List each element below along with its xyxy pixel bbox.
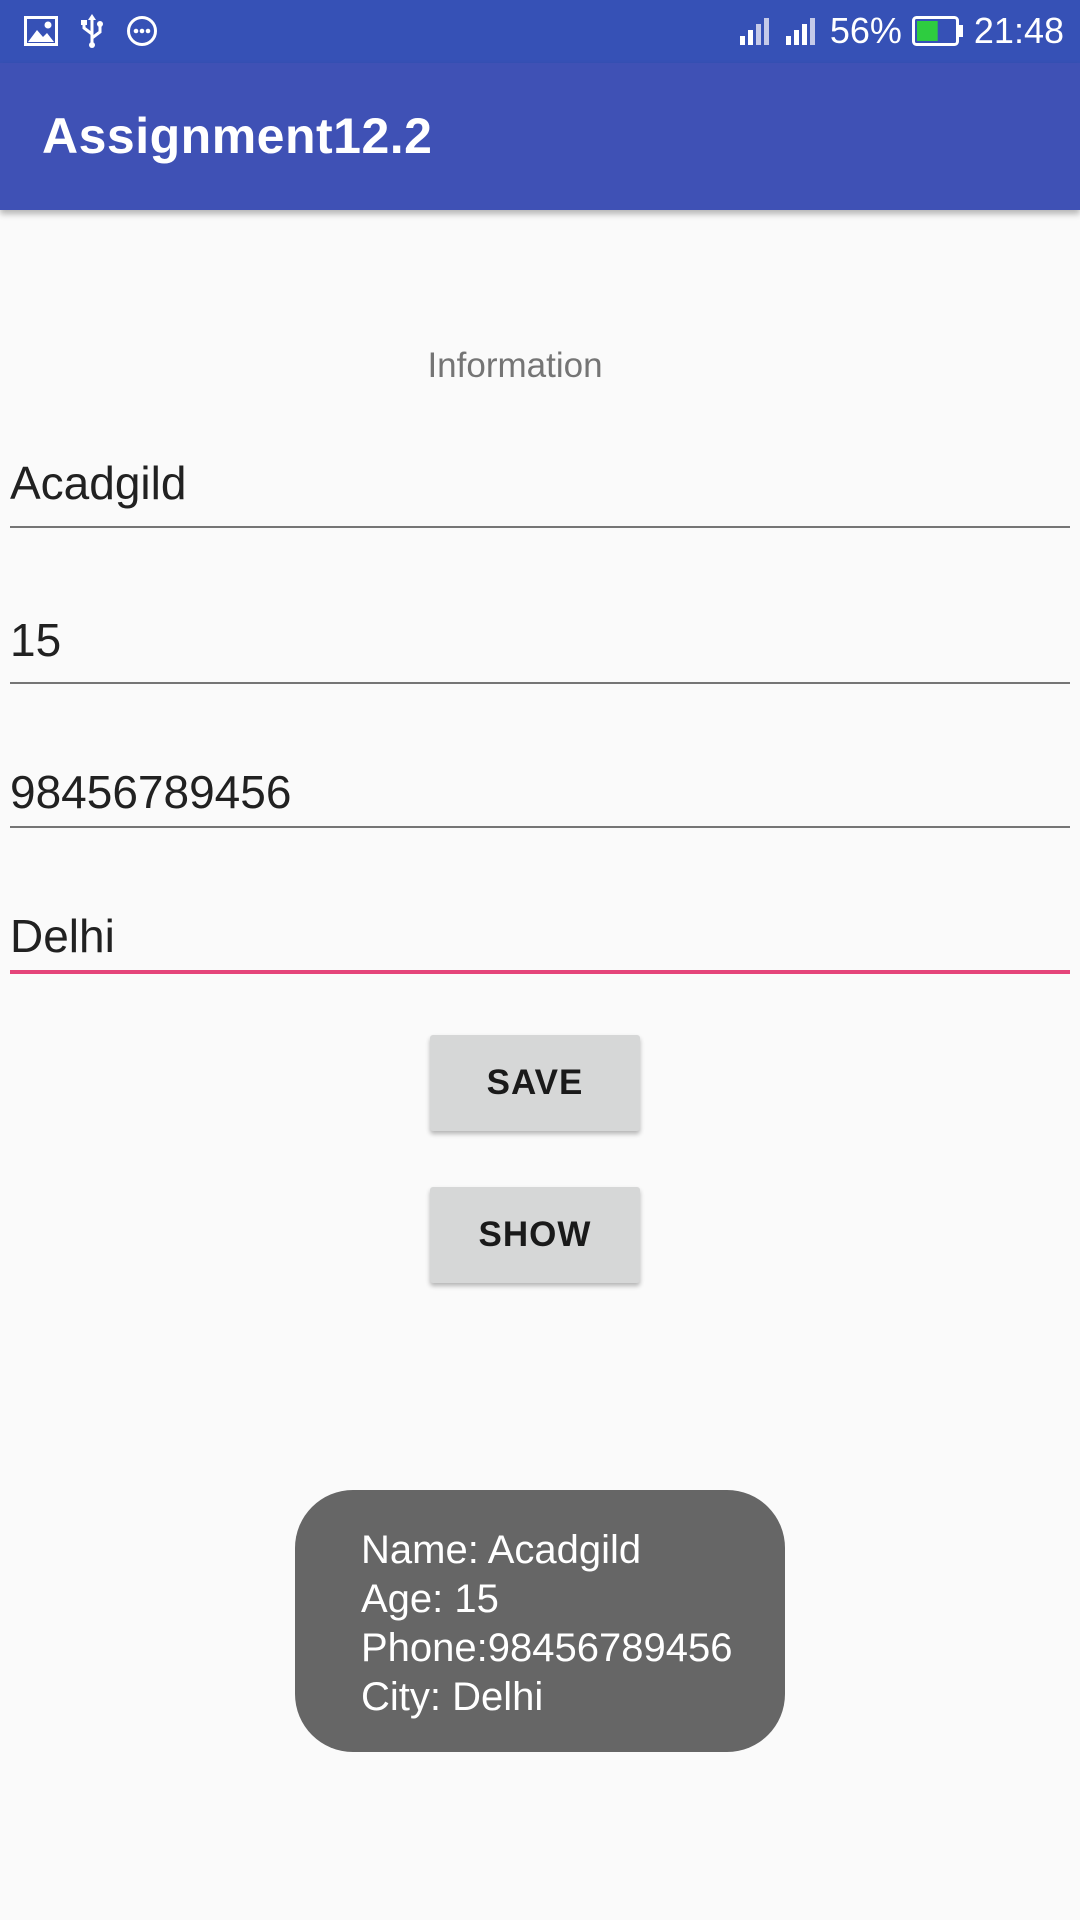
app-bar: Assignment12.2 [0, 63, 1080, 210]
signal-icon [784, 16, 820, 46]
age-field-underline [10, 682, 1070, 684]
status-bar-notifications [24, 12, 158, 50]
name-field-underline [10, 526, 1070, 528]
age-input[interactable] [10, 612, 1070, 668]
battery-icon [911, 16, 964, 46]
usb-icon [80, 14, 104, 48]
status-bar: 56% 21:48 [0, 0, 1080, 63]
toast-content: Name: Acadgild Age: 15 Phone:98456789456… [361, 1526, 732, 1722]
toast-phone-line: Phone:98456789456 [361, 1626, 733, 1670]
status-bar-system: 56% 21:48 [738, 6, 1064, 56]
toast-name-line: Name: Acadgild [361, 1528, 642, 1572]
name-input[interactable] [10, 455, 1070, 511]
name-field[interactable] [10, 455, 1070, 528]
age-field[interactable] [10, 612, 1070, 684]
information-heading: Information [427, 346, 603, 385]
battery-percent: 56% [829, 10, 902, 51]
city-field-underline-focused [10, 970, 1070, 974]
phone-field-underline [10, 826, 1070, 828]
phone-input[interactable] [10, 764, 1070, 820]
show-button[interactable]: SHOW [430, 1187, 640, 1283]
toast-message: Name: Acadgild Age: 15 Phone:98456789456… [295, 1490, 785, 1752]
toast-age-line: Age: 15 [361, 1577, 499, 1621]
save-button[interactable]: SAVE [430, 1035, 640, 1131]
toast-city-line: City: Delhi [361, 1675, 544, 1719]
more-icon [126, 15, 158, 47]
app-title: Assignment12.2 [42, 108, 433, 164]
clock: 21:48 [973, 10, 1064, 51]
image-icon [24, 16, 58, 46]
phone-field[interactable] [10, 764, 1070, 828]
signal-icon [738, 16, 774, 46]
city-field[interactable] [10, 908, 1070, 974]
city-input[interactable] [10, 908, 1070, 964]
